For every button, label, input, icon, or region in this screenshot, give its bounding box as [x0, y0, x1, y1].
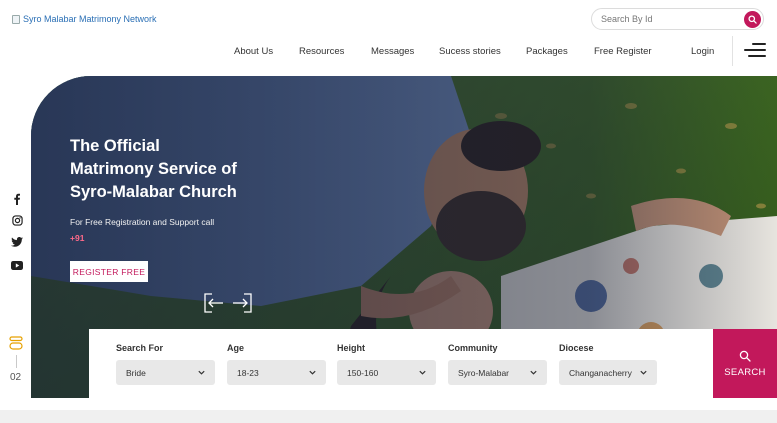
hero-subtitle: For Free Registration and Support call — [70, 217, 215, 227]
slider-indicator-icon — [9, 336, 23, 350]
search-button[interactable]: SEARCH — [713, 329, 777, 398]
chevron-down-icon — [530, 370, 537, 375]
register-free-button[interactable]: REGISTER FREE — [70, 261, 148, 282]
nav-messages[interactable]: Messages — [371, 46, 414, 57]
diocese-value: Changanacherry — [569, 367, 632, 378]
hero-phone[interactable]: +91 — [70, 233, 84, 243]
hero-title: The Official Matrimony Service of Syro-M… — [70, 137, 237, 201]
chevron-down-icon — [640, 370, 647, 375]
nav-resources[interactable]: Resources — [299, 46, 344, 57]
nav-about-us[interactable]: About Us — [234, 46, 273, 57]
logo-alt-text: Syro Malabar Matrimony Network — [23, 14, 157, 24]
chevron-down-icon — [198, 370, 205, 375]
diocese-label: Diocese — [559, 343, 594, 353]
diocese-select[interactable]: Changanacherry — [559, 360, 657, 385]
search-for-value: Bride — [126, 367, 146, 378]
chevron-down-icon — [419, 370, 426, 375]
search-by-id-button[interactable] — [744, 11, 761, 28]
nav-packages[interactable]: Packages — [526, 46, 568, 57]
page-bottom-strip — [0, 410, 777, 423]
instagram-icon[interactable] — [10, 213, 24, 227]
menu-icon[interactable] — [744, 43, 766, 57]
search-for-field: Search For Bride — [116, 343, 215, 385]
search-panel: Search For Bride Age 18-23 Height 150-16… — [89, 329, 713, 398]
community-value: Syro-Malabar — [458, 367, 510, 378]
age-select[interactable]: 18-23 — [227, 360, 326, 385]
nav-success-stories[interactable]: Sucess stories — [439, 46, 501, 57]
chevron-down-icon — [309, 370, 316, 375]
height-field: Height 150-160 — [337, 343, 436, 385]
height-select[interactable]: 150-160 — [337, 360, 436, 385]
community-field: Community Syro-Malabar — [448, 343, 547, 385]
age-label: Age — [227, 343, 245, 353]
slider-control[interactable] — [9, 336, 25, 368]
facebook-icon[interactable] — [10, 192, 24, 206]
search-by-id-input[interactable] — [601, 12, 741, 26]
search-for-select[interactable]: Bride — [116, 360, 215, 385]
nav-divider — [732, 36, 733, 66]
community-select[interactable]: Syro-Malabar — [448, 360, 547, 385]
search-by-id-box — [591, 8, 764, 30]
twitter-icon[interactable] — [10, 235, 24, 249]
arrow-left-icon[interactable] — [203, 292, 225, 314]
youtube-icon[interactable] — [10, 258, 24, 272]
search-for-label: Search For — [116, 343, 164, 353]
site-logo[interactable]: Syro Malabar Matrimony Network — [12, 14, 157, 24]
nav-free-register[interactable]: Free Register — [594, 46, 652, 57]
age-field: Age 18-23 — [227, 343, 326, 385]
logo-image-icon — [12, 14, 20, 24]
search-icon — [748, 15, 757, 24]
height-value: 150-160 — [347, 367, 379, 378]
diocese-field: Diocese Changanacherry — [559, 343, 657, 385]
height-label: Height — [337, 343, 365, 353]
slider-counter: 02 — [10, 372, 22, 383]
arrow-right-icon[interactable] — [231, 292, 253, 314]
nav-login[interactable]: Login — [691, 46, 714, 57]
search-button-label: SEARCH — [724, 366, 766, 378]
age-value: 18-23 — [237, 367, 259, 378]
search-icon — [739, 350, 751, 362]
community-label: Community — [448, 343, 498, 353]
